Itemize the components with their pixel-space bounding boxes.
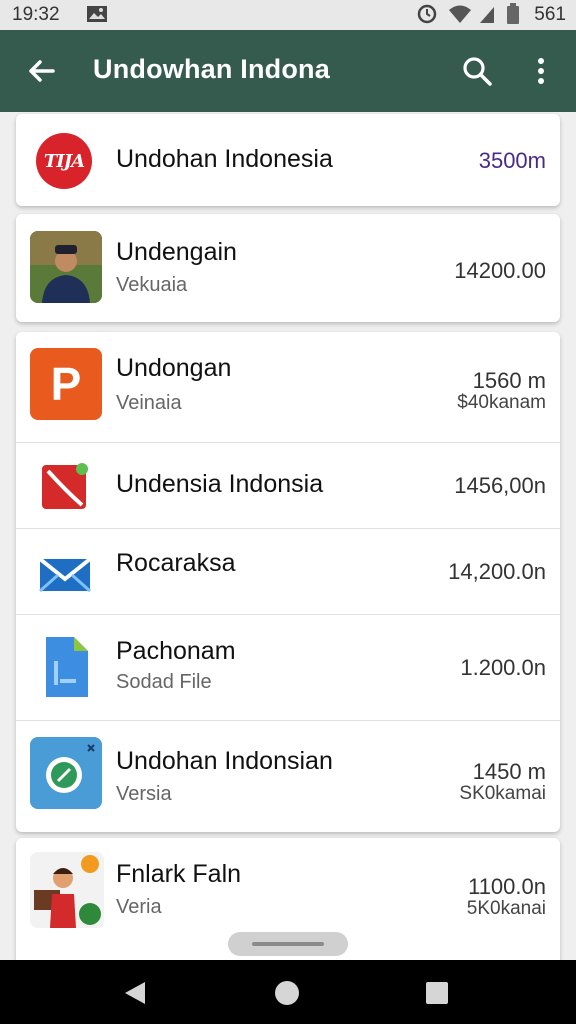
- list-item[interactable]: Rocaraksa 14,200.0n: [16, 528, 560, 614]
- item-price: 3500m: [478, 148, 546, 173]
- back-button[interactable]: [24, 54, 58, 88]
- red-app-icon: [40, 461, 90, 511]
- item-name: Undensia Indonsia: [116, 470, 324, 498]
- brand-logo-icon: TIJA: [36, 133, 92, 189]
- alarm-icon: [416, 3, 438, 25]
- item-price: 1456,00n: [454, 473, 546, 498]
- scroll-handle-bar: [252, 942, 324, 946]
- system-nav-bar: [0, 960, 576, 1024]
- list-item[interactable]: Undengain Vekuaia 14200.00: [16, 214, 560, 322]
- nav-back-button[interactable]: [120, 978, 150, 1008]
- scroll-handle[interactable]: [228, 932, 348, 956]
- item-subtitle: Sodad File: [116, 671, 212, 693]
- item-name: Fnlark Faln: [116, 860, 242, 888]
- more-vert-icon: [538, 58, 544, 84]
- status-time: 19:32: [12, 4, 60, 25]
- mail-app-icon: [36, 543, 94, 601]
- page-title: Undowhan Indona: [93, 54, 330, 84]
- circle-home-icon: [275, 981, 299, 1005]
- item-price-detail: $40kanam: [457, 392, 546, 413]
- search-icon: [463, 57, 492, 86]
- arrow-left-icon: [29, 60, 55, 82]
- list-card: Undengain Vekuaia 14200.00: [16, 214, 560, 322]
- item-price-detail: SK0kamai: [459, 783, 546, 804]
- image-notification-icon: [86, 3, 108, 25]
- item-price: 1450 m: [472, 759, 546, 784]
- list-item[interactable]: Undensia Indonsia 1456,00n: [16, 442, 560, 528]
- item-name: Pachonam: [116, 637, 236, 665]
- item-subtitle: Vekuaia: [116, 274, 188, 296]
- item-name: Undengain: [116, 238, 237, 266]
- item-price: 14200.00: [454, 258, 546, 283]
- signal-icon: [478, 3, 496, 25]
- nav-recents-button[interactable]: [422, 978, 452, 1008]
- list-item[interactable]: TIJA Undohan Indonesia 3500m: [16, 114, 560, 206]
- list-card: P Undongan Veinaia 1560 m $40kanam Unden…: [16, 332, 560, 832]
- person-photo-icon: [30, 231, 102, 303]
- triangle-back-icon: [125, 982, 145, 1004]
- list-card: TIJA Undohan Indonesia 3500m: [16, 114, 560, 206]
- list-item[interactable]: Pachonam Sodad File 1.200.0n: [16, 614, 560, 720]
- square-recents-icon: [426, 982, 448, 1004]
- p-app-icon: P: [30, 348, 102, 420]
- item-subtitle: Veinaia: [116, 392, 182, 414]
- battery-icon: [506, 3, 520, 25]
- item-price: 1100.0n: [468, 874, 546, 899]
- item-price: 1.200.0n: [460, 655, 546, 680]
- item-subtitle: Veria: [116, 896, 162, 918]
- wifi-icon: [448, 3, 472, 25]
- item-price: 14,200.0n: [448, 559, 546, 584]
- item-name: Rocaraksa: [116, 549, 236, 577]
- status-bar: 19:32 561: [0, 0, 576, 30]
- battery-level: 561: [534, 4, 566, 25]
- list-item[interactable]: P Undongan Veinaia 1560 m $40kanam: [16, 332, 560, 442]
- search-button[interactable]: [458, 52, 496, 90]
- item-name: Undohan Indonsian: [116, 747, 333, 775]
- file-app-icon: [38, 635, 94, 699]
- item-price: 1560 m: [472, 368, 546, 393]
- nav-home-button[interactable]: [272, 978, 302, 1008]
- item-subtitle: Versia: [116, 783, 172, 805]
- person-app-icon: [30, 852, 104, 928]
- item-name: Undongan: [116, 354, 232, 382]
- item-price-detail: 5K0kanai: [466, 898, 546, 919]
- list-item[interactable]: Undohan Indonsian Versia 1450 m SK0kamai: [16, 720, 560, 832]
- app-bar: Undowhan Indona: [0, 30, 576, 112]
- more-options-button[interactable]: [524, 52, 558, 90]
- compass-app-icon: [30, 737, 102, 809]
- item-name: Undohan Indonesia: [116, 145, 333, 173]
